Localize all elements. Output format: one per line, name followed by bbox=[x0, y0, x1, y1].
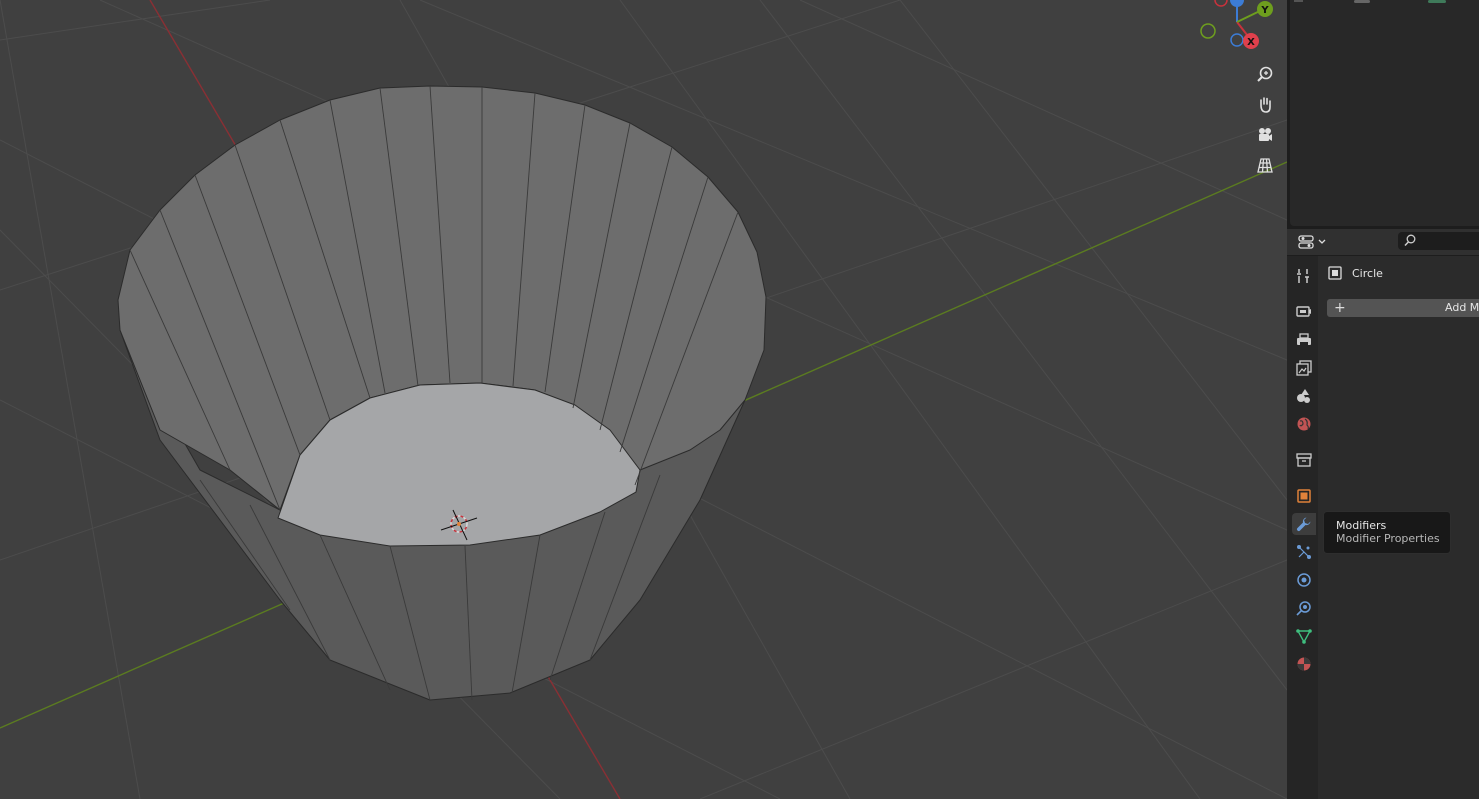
scene-icon bbox=[1297, 389, 1310, 403]
wrench-icon bbox=[1296, 517, 1311, 532]
perspective-grid-icon bbox=[1257, 158, 1273, 173]
plus-icon: + bbox=[1334, 300, 1346, 316]
object-name-label: Circle bbox=[1352, 266, 1383, 280]
perspective-toggle-button[interactable] bbox=[1254, 154, 1276, 176]
editor-type-dropdown[interactable] bbox=[1298, 233, 1332, 251]
physics-icon bbox=[1297, 573, 1311, 587]
gizmo-y-label: Y bbox=[1260, 5, 1269, 16]
properties-search-field[interactable] bbox=[1398, 232, 1479, 250]
tab-constraints[interactable] bbox=[1292, 597, 1316, 619]
zoom-icon bbox=[1257, 66, 1273, 82]
tab-collection[interactable] bbox=[1292, 449, 1316, 471]
constraints-icon bbox=[1296, 601, 1311, 616]
search-icon bbox=[1404, 234, 1416, 249]
particles-icon bbox=[1297, 545, 1311, 559]
tab-render[interactable] bbox=[1292, 300, 1316, 322]
viewport-canvas[interactable]: Y X bbox=[0, 0, 1287, 799]
tooltip-title: Modifiers bbox=[1336, 519, 1387, 532]
object-context-row: Circle bbox=[1328, 264, 1383, 282]
tab-modifiers[interactable] bbox=[1292, 513, 1316, 535]
properties-tab-bar bbox=[1287, 256, 1318, 799]
zoom-button[interactable] bbox=[1254, 63, 1276, 85]
chevron-down-icon bbox=[1318, 239, 1326, 244]
material-icon bbox=[1297, 657, 1311, 671]
properties-editor-icon bbox=[1298, 235, 1314, 249]
hand-pan-icon bbox=[1260, 97, 1271, 113]
output-icon bbox=[1297, 333, 1311, 346]
tab-object[interactable] bbox=[1292, 485, 1316, 507]
tab-particles[interactable] bbox=[1292, 541, 1316, 563]
right-editor-area: Circle + Add M bbox=[1287, 0, 1479, 799]
outliner-panel[interactable] bbox=[1290, 0, 1479, 226]
add-modifier-label: Add M bbox=[1445, 301, 1479, 314]
tab-output[interactable] bbox=[1292, 329, 1316, 351]
render-icon bbox=[1296, 306, 1311, 317]
object-icon bbox=[1297, 489, 1311, 503]
properties-header bbox=[1287, 229, 1479, 255]
mesh-data-icon bbox=[1296, 629, 1312, 644]
tool-icon bbox=[1297, 269, 1309, 283]
object-data-icon bbox=[1328, 266, 1342, 280]
tab-world[interactable] bbox=[1292, 413, 1316, 435]
tab-material[interactable] bbox=[1292, 653, 1316, 675]
gizmo-x-label: X bbox=[1247, 37, 1255, 48]
world-icon bbox=[1297, 417, 1311, 431]
tab-physics[interactable] bbox=[1292, 569, 1316, 591]
add-modifier-button[interactable]: + Add M bbox=[1327, 299, 1479, 317]
tooltip-description: Modifier Properties bbox=[1336, 532, 1440, 545]
cylinder-mesh bbox=[117, 85, 767, 701]
outliner-row-fragments bbox=[1294, 0, 1446, 3]
view-layer-icon bbox=[1296, 360, 1312, 376]
3d-viewport[interactable]: Y X bbox=[0, 0, 1287, 799]
tooltip: Modifiers Modifier Properties bbox=[1323, 511, 1451, 554]
pan-button[interactable] bbox=[1254, 93, 1276, 115]
tab-view-layer[interactable] bbox=[1292, 357, 1316, 379]
camera-view-button[interactable] bbox=[1254, 124, 1276, 146]
collection-icon bbox=[1296, 453, 1312, 467]
properties-search-input[interactable] bbox=[1416, 233, 1479, 249]
camera-icon bbox=[1259, 128, 1272, 141]
tab-tool[interactable] bbox=[1292, 265, 1316, 287]
tab-data[interactable] bbox=[1292, 625, 1316, 647]
tab-scene[interactable] bbox=[1292, 385, 1316, 407]
navigation-gizmo[interactable]: Y X bbox=[1200, 0, 1273, 49]
